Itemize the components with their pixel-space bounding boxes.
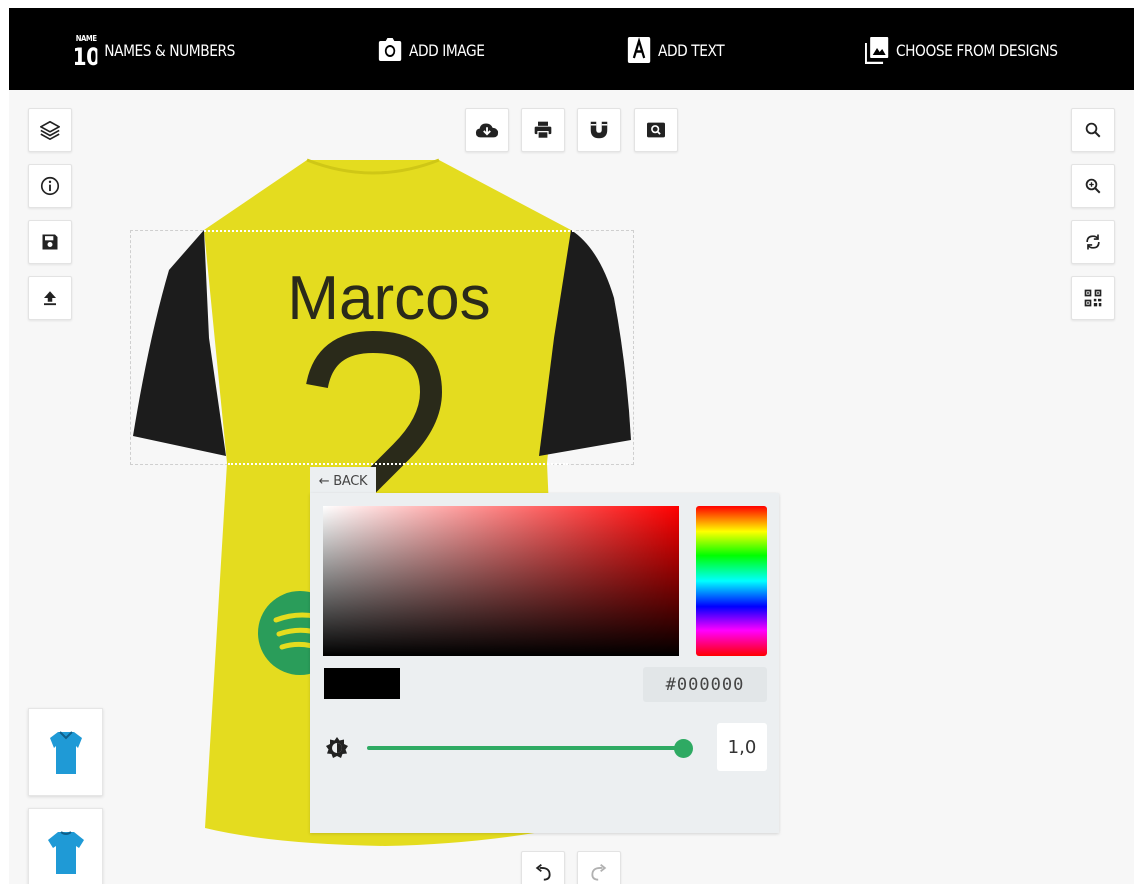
choose-designs-label: CHOOSE FROM DESIGNS	[895, 40, 1058, 60]
hex-input[interactable]: #000000	[643, 667, 767, 702]
gallery-icon	[865, 36, 889, 64]
product-thumbnail-2[interactable]	[28, 808, 103, 884]
rotate-button[interactable]	[1071, 220, 1115, 264]
color-picker-panel: #000000 1,0	[310, 493, 779, 833]
brightness-icon	[326, 737, 348, 758]
saturation-area[interactable]	[323, 506, 679, 656]
design-area-top-edge	[204, 230, 574, 232]
zoom-in-button[interactable]	[1071, 164, 1115, 208]
back-button[interactable]: ← BACK	[310, 467, 376, 495]
shirt-thumbnail-icon	[47, 831, 84, 874]
player-name-text[interactable]: Marcos	[279, 263, 499, 334]
preview-zoom-icon	[647, 122, 665, 138]
opacity-value-input[interactable]: 1,0	[717, 723, 767, 771]
search-icon	[1085, 122, 1101, 138]
rotate-icon	[1086, 234, 1100, 250]
current-color-swatch[interactable]	[324, 668, 362, 699]
zoom-in-icon	[1085, 178, 1101, 194]
redo-button[interactable]	[577, 851, 621, 884]
qr-code-button[interactable]	[1071, 276, 1115, 320]
opacity-slider-handle[interactable]	[674, 739, 693, 758]
choose-designs-button[interactable]: CHOOSE FROM DESIGNS	[865, 32, 1058, 68]
jersey-thumbnail-icon	[49, 731, 82, 774]
redo-icon	[591, 863, 607, 881]
product-thumbnail-1[interactable]	[28, 708, 103, 796]
undo-icon	[535, 863, 551, 881]
opacity-slider-track[interactable]	[367, 746, 678, 750]
designer-frame: NAME 10 NAMES & NUMBERS ADD IMAGE	[9, 8, 1134, 884]
add-text-label: ADD TEXT	[657, 40, 725, 60]
previous-color-swatch[interactable]	[362, 668, 400, 699]
undo-button[interactable]	[521, 851, 565, 884]
hue-slider[interactable]	[696, 506, 767, 656]
design-area-bottom-edge	[228, 463, 568, 465]
qr-code-icon	[1084, 289, 1102, 307]
search-button[interactable]	[1071, 108, 1115, 152]
